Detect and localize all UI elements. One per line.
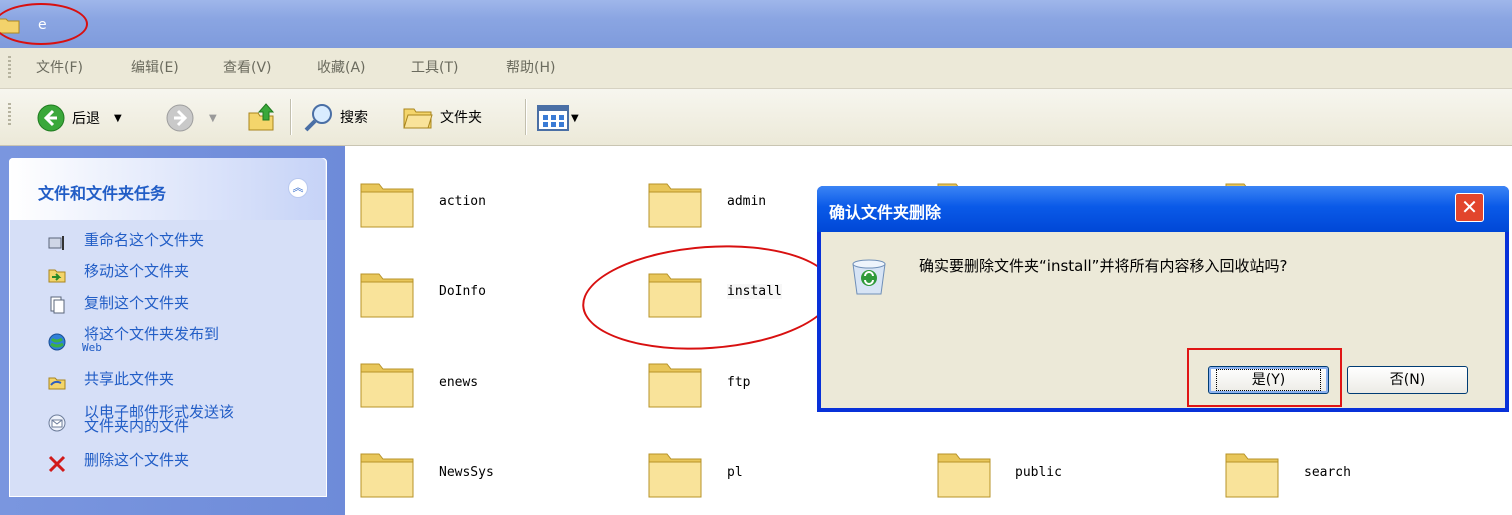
task-publish-label: 将这个文件夹发布到 — [84, 325, 220, 343]
menu-favorites[interactable]: 收藏(A) — [317, 57, 366, 77]
folder-icon[interactable] — [646, 352, 706, 410]
dialog-title: 确认文件夹删除 — [829, 203, 942, 222]
close-button[interactable]: ✕ — [1455, 193, 1484, 222]
task-share[interactable]: 共享此文件夹 — [84, 372, 174, 387]
task-delete[interactable]: 删除这个文件夹 — [84, 453, 189, 468]
toolbar-grip — [8, 103, 11, 127]
dropdown-arrow-icon[interactable]: ▼ — [571, 113, 579, 124]
folder-name[interactable]: admin — [727, 194, 766, 209]
share-icon — [48, 377, 66, 390]
search-label: 搜索 — [340, 110, 368, 126]
no-button[interactable]: 否(N) — [1347, 366, 1468, 394]
up-folder-icon — [248, 103, 275, 131]
toolbar-separator — [525, 99, 527, 135]
folder-name[interactable]: pl — [727, 465, 743, 480]
back-label: 后退 — [72, 111, 100, 127]
folder-icon[interactable] — [935, 442, 995, 500]
folder-icon[interactable] — [646, 442, 706, 500]
folder-icon[interactable] — [358, 172, 418, 230]
folder-icon[interactable] — [358, 352, 418, 410]
back-arrow-icon — [37, 104, 65, 132]
folder-icon[interactable] — [358, 262, 418, 320]
up-folder-button[interactable] — [246, 101, 276, 133]
folders-button[interactable]: 文件夹 — [402, 103, 482, 131]
folder-name[interactable]: public — [1015, 465, 1062, 480]
folder-name[interactable]: NewsSys — [439, 465, 494, 480]
dropdown-arrow-icon[interactable]: ▼ — [209, 113, 217, 124]
move-icon — [48, 269, 66, 283]
annotation-circle — [0, 3, 88, 45]
rename-icon — [48, 236, 64, 250]
menu-view[interactable]: 查看(V) — [223, 57, 272, 77]
menu-help[interactable]: 帮助(H) — [506, 57, 555, 77]
toolbar: 后退 ▼ ▼ 搜索 文件夹 ▼ — [0, 89, 1512, 146]
task-rename[interactable]: 重命名这个文件夹 — [84, 233, 204, 248]
recycle-bin-icon — [852, 259, 886, 295]
dropdown-arrow-icon[interactable]: ▼ — [114, 113, 122, 124]
annotation-rectangle — [1187, 348, 1342, 407]
email-icon — [48, 414, 66, 432]
delete-icon — [48, 455, 66, 473]
no-label: 否(N) — [1389, 372, 1426, 388]
window-titlebar: e — [0, 0, 1512, 48]
confirm-delete-dialog: 确认文件夹删除 ✕ 确实要删除文件夹“install”并将所有内容移入回收站吗?… — [817, 186, 1509, 412]
menu-tools[interactable]: 工具(T) — [411, 57, 458, 77]
toolbar-separator — [290, 99, 292, 135]
search-button[interactable]: 搜索 — [302, 102, 368, 132]
task-email-sub: 文件夹内的文件 — [84, 417, 190, 435]
task-heading: 文件和文件夹任务 — [38, 184, 167, 203]
folders-icon — [403, 108, 433, 129]
task-email[interactable]: 以电子邮件形式发送该 文件夹内的文件 — [84, 405, 234, 434]
folder-name[interactable]: ftp — [727, 375, 750, 390]
forward-arrow-icon — [166, 104, 194, 132]
folder-name[interactable]: action — [439, 194, 486, 209]
task-publish-sub: Web — [82, 341, 102, 354]
views-button[interactable]: ▼ — [537, 105, 579, 131]
publish-web-icon — [48, 333, 66, 351]
folder-icon[interactable] — [646, 172, 706, 230]
task-header[interactable]: 文件和文件夹任务 ︽ — [9, 158, 325, 220]
forward-button[interactable]: ▼ — [165, 103, 217, 133]
dialog-body: 确实要删除文件夹“install”并将所有内容移入回收站吗? 是(Y) 否(N) — [821, 232, 1505, 408]
task-move[interactable]: 移动这个文件夹 — [84, 264, 189, 279]
search-icon — [304, 104, 332, 132]
task-copy[interactable]: 复制这个文件夹 — [84, 296, 189, 311]
dialog-message: 确实要删除文件夹“install”并将所有内容移入回收站吗? — [919, 257, 1288, 275]
menu-edit[interactable]: 编辑(E) — [131, 57, 179, 77]
folder-name[interactable]: enews — [439, 375, 478, 390]
menu-file[interactable]: 文件(F) — [36, 57, 83, 77]
menu-bar: 文件(F) 编辑(E) 查看(V) 收藏(A) 工具(T) 帮助(H) — [0, 48, 1512, 89]
folder-name[interactable]: search — [1304, 465, 1351, 480]
folder-icon[interactable] — [1223, 442, 1283, 500]
dialog-titlebar[interactable]: 确认文件夹删除 ✕ — [817, 186, 1509, 232]
menu-grip — [8, 56, 11, 80]
folder-name[interactable]: DoInfo — [439, 284, 486, 299]
collapse-icon[interactable]: ︽ — [288, 178, 308, 198]
folders-label: 文件夹 — [440, 110, 482, 126]
folder-icon[interactable] — [358, 442, 418, 500]
back-button[interactable]: 后退 ▼ — [36, 103, 122, 133]
views-icon — [537, 105, 569, 131]
task-publish[interactable]: 将这个文件夹发布到 Web — [82, 325, 220, 354]
copy-icon — [50, 296, 65, 314]
